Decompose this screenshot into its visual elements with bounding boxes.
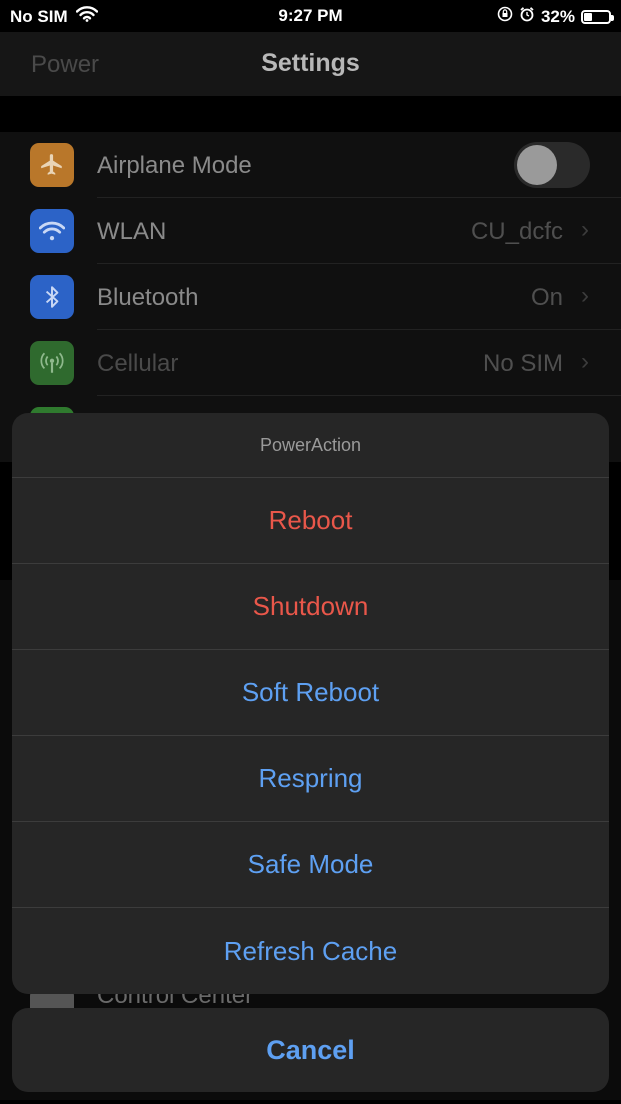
chevron-right-icon: › — [581, 216, 589, 243]
row-label: WLAN — [97, 218, 167, 245]
row-value: No SIM — [482, 350, 563, 377]
settings-row-bluetooth[interactable]: Bluetooth On › — [0, 264, 621, 330]
battery-icon — [581, 9, 614, 24]
settings-row-cellular[interactable]: Cellular No SIM › — [0, 330, 621, 396]
chevron-right-icon: › — [581, 282, 589, 309]
status-right: 32% — [497, 6, 614, 27]
antenna-icon — [30, 341, 74, 385]
row-label: Bluetooth — [97, 284, 199, 311]
power-action-sheet: PowerAction Reboot Shutdown Soft Reboot … — [12, 413, 609, 994]
wifi-icon — [30, 209, 74, 253]
row-label: Airplane Mode — [97, 152, 252, 179]
orientation-lock-icon — [497, 6, 513, 27]
navigation-bar: Power Settings — [0, 32, 621, 96]
settings-row-airplane-mode[interactable]: Airplane Mode — [0, 132, 621, 198]
settings-screen: No SIM 9:27 PM 32% Power Settings Airpla… — [0, 0, 621, 1104]
alarm-icon — [519, 6, 535, 27]
action-sheet-title: PowerAction — [12, 413, 609, 478]
battery-level-fill — [584, 12, 593, 21]
airplane-icon — [30, 143, 74, 187]
row-value: On — [530, 284, 563, 311]
reboot-button[interactable]: Reboot — [12, 478, 609, 564]
soft-reboot-button[interactable]: Soft Reboot — [12, 650, 609, 736]
airplane-mode-toggle[interactable] — [514, 142, 590, 188]
row-value: CU_dcfc — [470, 218, 563, 245]
chevron-right-icon: › — [581, 348, 589, 375]
refresh-cache-button[interactable]: Refresh Cache — [12, 908, 609, 994]
respring-button[interactable]: Respring — [12, 736, 609, 822]
battery-percent: 32% — [540, 6, 575, 26]
bluetooth-icon — [30, 275, 74, 319]
settings-row-wlan[interactable]: WLAN CU_dcfc › — [0, 198, 621, 264]
status-bar: No SIM 9:27 PM 32% — [0, 0, 621, 32]
safe-mode-button[interactable]: Safe Mode — [12, 822, 609, 908]
page-title: Settings — [261, 49, 360, 77]
shutdown-button[interactable]: Shutdown — [12, 564, 609, 650]
toggle-knob — [517, 145, 557, 185]
row-label: Cellular — [97, 350, 179, 377]
cancel-button[interactable]: Cancel — [12, 1008, 609, 1092]
